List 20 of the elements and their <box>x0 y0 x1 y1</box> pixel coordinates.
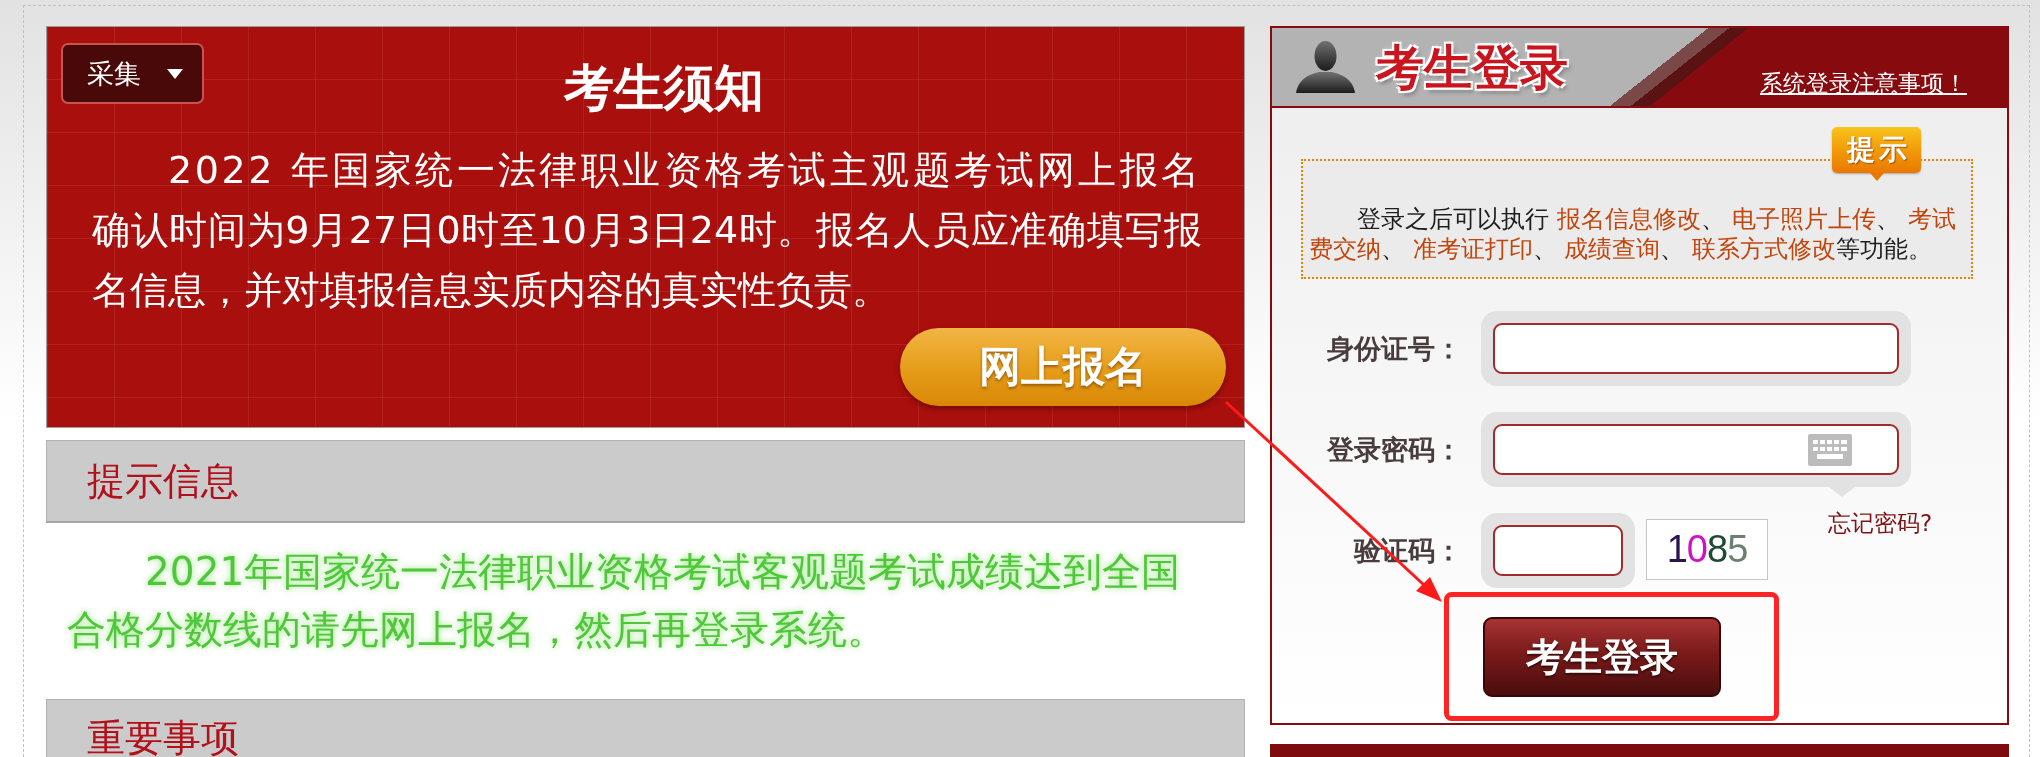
notice-message: 2021年国家统一法律职业资格考试客观题考试成绩达到全国合格分数线的请先网上报名，然后再登录系统。 <box>66 548 1182 654</box>
callout-tail-icon <box>1829 487 1855 497</box>
notice-title: 考生须知 <box>564 60 764 116</box>
field-label: 登录密码： <box>1325 433 1462 467</box>
login-notice-link[interactable]: 系统登录注意事项！ <box>1760 70 1967 96</box>
forgot-password-link[interactable]: 忘记密码? <box>1828 510 1933 536</box>
password-field[interactable] <box>1481 412 1911 487</box>
collect-dropdown-button[interactable]: 采集 <box>61 43 204 104</box>
notice-text: 2022 年国家统一法律职业资格考试主观题考试网上报名确认时间为9月27日0时至10月3日24时。报名人员应准确填写报名信息，并对填报信息实质内容的真实性负责。 <box>92 147 1202 314</box>
caret-icon <box>167 68 183 79</box>
captcha-input-field[interactable] <box>1481 513 1635 588</box>
field-label: 身份证号： <box>1326 332 1462 366</box>
captcha-code: 1085 <box>1646 519 1768 580</box>
input-field[interactable] <box>1481 311 1911 386</box>
section-title: 重要事项 <box>87 719 239 757</box>
section-title: 提示信息 <box>87 462 239 500</box>
login-title: 考生登录 <box>1376 39 1568 95</box>
user-silhouette-icon <box>1295 40 1356 94</box>
login-button[interactable]: 考生登录 <box>1483 617 1721 697</box>
hint-text: 登录之后可以执行 报名信息修改、 电子照片上传、 考试费交纳、 准考证打印、 成绩查询、 联系方式修改等功能。 <box>1309 204 1957 264</box>
